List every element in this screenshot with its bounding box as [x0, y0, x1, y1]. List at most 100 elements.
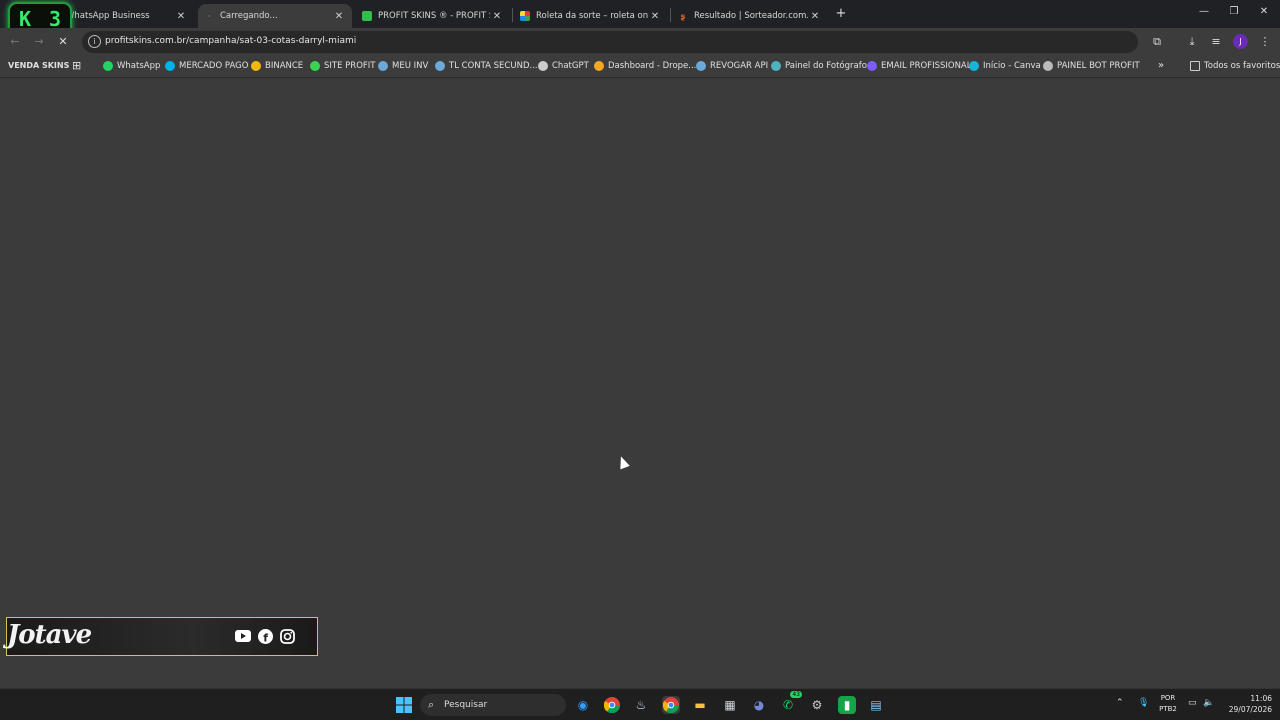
- tab-separator: [512, 8, 513, 22]
- close-icon[interactable]: ✕: [332, 11, 346, 22]
- bookmark-venda-skins[interactable]: VENDA SKINS: [8, 61, 69, 70]
- page-content: [0, 78, 1280, 688]
- apps-grid-icon[interactable]: ⊞: [72, 59, 81, 72]
- svg-text:f: f: [263, 631, 268, 644]
- taskbar-search[interactable]: ⌕ Pesquisar: [420, 694, 566, 716]
- close-icon[interactable]: ✕: [808, 11, 822, 22]
- bookmark-favicon-icon: [103, 61, 113, 71]
- bookmark-label: Painel do Fotógrafo: [785, 61, 867, 71]
- chrome-profile-icon[interactable]: [662, 696, 680, 714]
- tab-profit-skins[interactable]: PROFIT SKINS ® - PROFIT SKINS ✕: [356, 4, 510, 28]
- chrome-icon[interactable]: [603, 696, 621, 714]
- sorteador-icon: ʂ: [680, 11, 686, 21]
- bookmark-item[interactable]: MEU INV: [378, 61, 428, 71]
- tab-title: Resultado | Sorteador.com.br -: [694, 11, 808, 21]
- all-bookmarks-label: Todos os favoritos: [1204, 61, 1280, 71]
- bookmark-favicon-icon: [310, 61, 320, 71]
- search-icon: ⌕: [428, 698, 435, 711]
- tab-title: Carregando...: [220, 11, 278, 21]
- bookmark-favicon-icon: [969, 61, 979, 71]
- bookmark-item[interactable]: SITE PROFIT: [310, 61, 375, 71]
- input-language[interactable]: POR PTB2: [1156, 693, 1180, 715]
- notepad-icon[interactable]: ▤: [867, 696, 885, 714]
- steam-icon[interactable]: ♨: [632, 696, 650, 714]
- youtube-icon: [235, 628, 251, 644]
- bookmark-label: SITE PROFIT: [324, 61, 376, 71]
- bookmark-label: TL CONTA SECUND...: [449, 61, 538, 71]
- menu-icon[interactable]: ⋮: [1257, 35, 1273, 48]
- bookmark-item[interactable]: EMAIL PROFISSIONAL: [867, 61, 971, 71]
- bookmark-favicon-icon: [867, 61, 877, 71]
- whatsapp-badge: 43: [790, 691, 802, 698]
- close-icon[interactable]: ✕: [490, 11, 504, 22]
- address-bar[interactable]: i profitskins.com.br/campanha/sat-03-cot…: [82, 31, 1138, 53]
- system-clock[interactable]: 11:06 29/07/2026: [1222, 693, 1272, 715]
- forward-button[interactable]: →: [32, 35, 46, 48]
- bookmark-label: REVOGAR API: [710, 61, 769, 71]
- search-placeholder: Pesquisar: [444, 700, 488, 710]
- file-explorer-icon[interactable]: ▬: [691, 696, 709, 714]
- info-icon[interactable]: i: [88, 35, 101, 48]
- tab-title: PROFIT SKINS ® - PROFIT SKINS: [378, 11, 490, 21]
- bookmark-item[interactable]: REVOGAR API: [696, 61, 768, 71]
- bookmark-favicon-icon: [378, 61, 388, 71]
- media-control-icon[interactable]: ≡: [1208, 35, 1224, 48]
- extensions-icon[interactable]: ⧉: [1149, 35, 1165, 49]
- microphone-icon[interactable]: 🎙: [1138, 698, 1149, 708]
- bookmark-favicon-icon: [771, 61, 781, 71]
- back-button[interactable]: ←: [8, 35, 22, 48]
- clock-time: 11:06: [1250, 694, 1272, 703]
- tab-whatsapp-business[interactable]: WhatsApp Business ✕: [60, 4, 194, 28]
- stop-loading-button[interactable]: ✕: [56, 35, 70, 48]
- close-window-button[interactable]: ✕: [1256, 6, 1272, 17]
- tab-sorteador[interactable]: ʂ Resultado | Sorteador.com.br - ✕: [672, 4, 828, 28]
- discord-icon[interactable]: ◕: [750, 696, 768, 714]
- bookmark-item[interactable]: BINANCE: [251, 61, 303, 71]
- bookmarks-bar: VENDA SKINS ⊞ WhatsApp MERCADO PAGO BINANC…: [0, 56, 1280, 78]
- edge-icon[interactable]: ◉: [574, 696, 592, 714]
- bookmark-favicon-icon: [696, 61, 706, 71]
- bookmark-item[interactable]: Painel do Fotógrafo: [771, 61, 867, 71]
- tab-roleta[interactable]: Roleta da sorte – roleta online g ✕: [514, 4, 668, 28]
- tray-chevron-icon[interactable]: ⌃: [1116, 698, 1124, 708]
- bookmark-label: EMAIL PROFISSIONAL: [881, 61, 972, 71]
- network-icon[interactable]: ▭: [1188, 698, 1197, 708]
- profit-skins-icon: [362, 11, 372, 21]
- bookmark-label: MEU INV: [392, 61, 429, 71]
- close-icon[interactable]: ✕: [174, 11, 188, 22]
- bookmark-favicon-icon: [1043, 61, 1053, 71]
- clock-date: 29/07/2026: [1228, 705, 1272, 714]
- more-bookmarks-icon[interactable]: »: [1158, 60, 1164, 71]
- facebook-icon: f: [257, 628, 273, 644]
- bookmark-item[interactable]: Início - Canva: [969, 61, 1041, 71]
- bookmark-item[interactable]: PAINEL BOT PROFIT: [1043, 61, 1140, 71]
- new-tab-button[interactable]: +: [834, 6, 848, 22]
- download-icon[interactable]: ⤓: [1184, 35, 1200, 49]
- bookmark-favicon-icon: [435, 61, 445, 71]
- profile-avatar[interactable]: J: [1233, 34, 1248, 49]
- bookmark-label: Início - Canva: [983, 61, 1041, 71]
- address-url: profitskins.com.br/campanha/sat-03-cotas…: [105, 36, 357, 46]
- bookmark-label: WhatsApp: [117, 61, 161, 71]
- tab-strip: WhatsApp Business ✕ · Carregando... ✕ PR…: [0, 0, 1280, 28]
- bookmark-item[interactable]: WhatsApp: [103, 61, 160, 71]
- restore-button[interactable]: ❐: [1226, 6, 1242, 17]
- bookmark-item[interactable]: ChatGPT: [538, 61, 589, 71]
- bookmark-favicon-icon: [594, 61, 604, 71]
- windows-start-icon[interactable]: [395, 696, 413, 714]
- close-icon[interactable]: ✕: [648, 11, 662, 22]
- all-bookmarks[interactable]: Todos os favoritos: [1190, 61, 1280, 71]
- volume-icon[interactable]: 🔈: [1203, 698, 1214, 708]
- bookmark-item[interactable]: TL CONTA SECUND...: [435, 61, 538, 71]
- minimize-button[interactable]: —: [1196, 6, 1212, 17]
- green-app-icon[interactable]: ▮: [838, 696, 856, 714]
- tab-loading[interactable]: · Carregando... ✕: [198, 4, 352, 28]
- folder-icon: [1190, 61, 1200, 71]
- bookmark-label: PAINEL BOT PROFIT: [1057, 61, 1140, 71]
- app-icon[interactable]: ⚙: [808, 696, 826, 714]
- tab-title: WhatsApp Business: [66, 11, 150, 21]
- bookmark-item[interactable]: Dashboard - Drope...: [594, 61, 696, 71]
- whatsapp-icon[interactable]: ✆ 43: [779, 691, 802, 714]
- bookmark-item[interactable]: MERCADO PAGO: [165, 61, 248, 71]
- calculator-icon[interactable]: ▦: [721, 696, 739, 714]
